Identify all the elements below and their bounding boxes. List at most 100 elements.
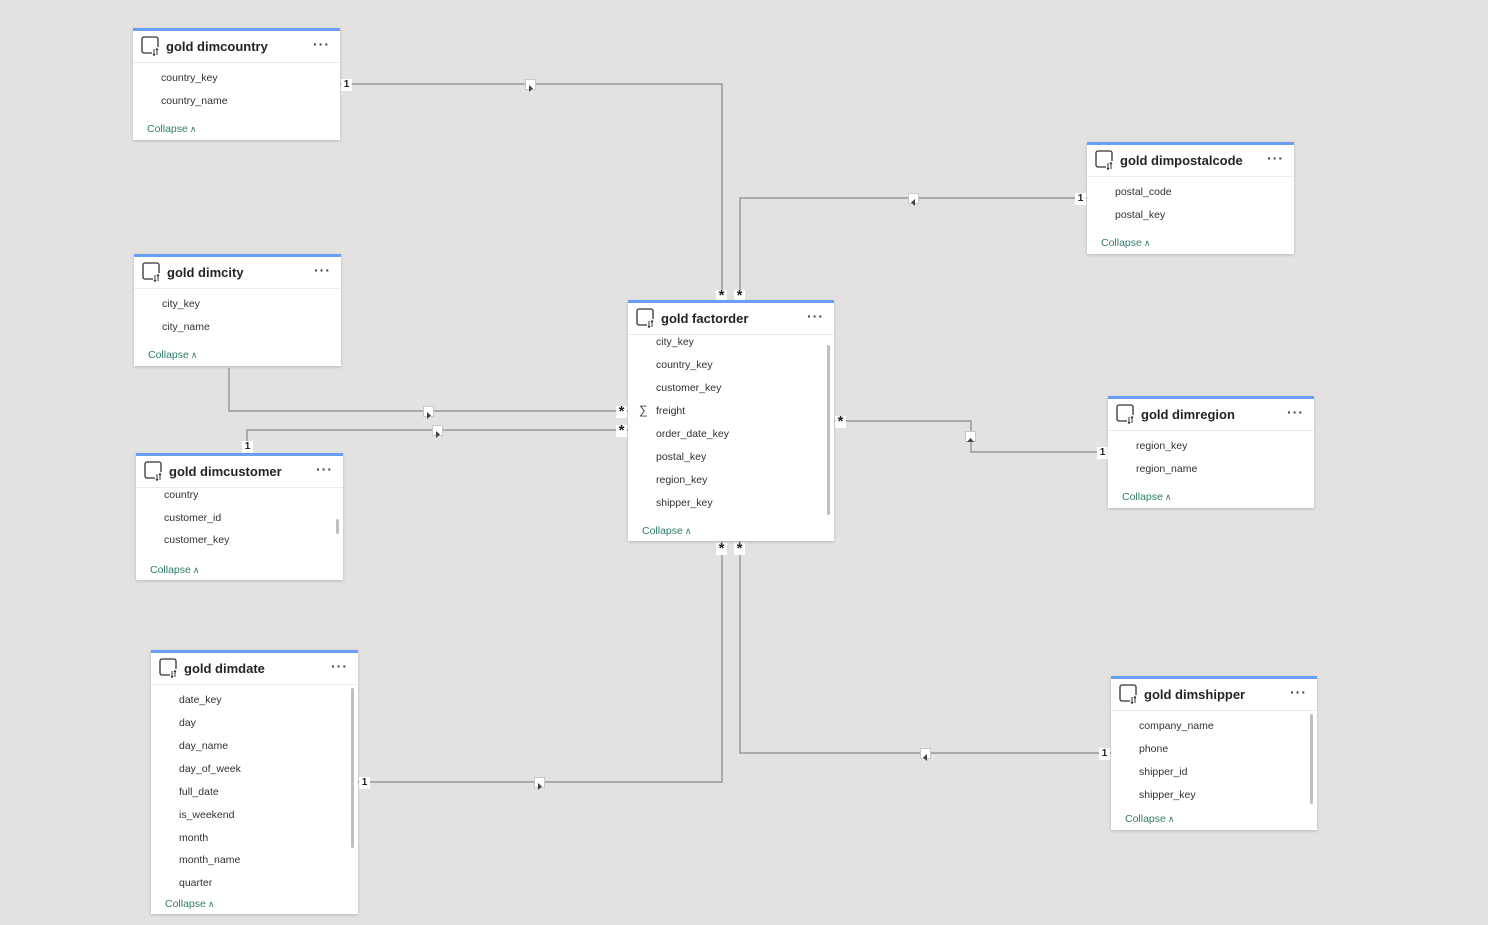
collapse-button[interactable]: Collapse ∧ [165, 898, 214, 910]
field-item[interactable]: shipper_id [1139, 766, 1187, 778]
field-item[interactable]: country [164, 489, 198, 501]
table-title: gold factorder [661, 311, 749, 326]
table-header[interactable]: gold dimregion ··· [1108, 399, 1314, 431]
collapse-button[interactable]: Collapse ∧ [1122, 491, 1171, 503]
field-item[interactable]: customer_key [656, 382, 721, 394]
more-options-icon[interactable]: ··· [314, 261, 331, 279]
rel-line-country [340, 83, 723, 301]
field-item[interactable]: customer_key [164, 534, 229, 546]
filter-direction-icon [423, 406, 434, 419]
chevron-up-icon: ∧ [1164, 492, 1172, 502]
table-header[interactable]: gold dimcity ··· [134, 257, 341, 289]
table-header[interactable]: gold dimdate ··· [151, 653, 358, 685]
table-header[interactable]: gold dimcustomer ··· [136, 456, 343, 488]
cardinality-many: * [716, 541, 727, 556]
field-item[interactable]: phone [1139, 743, 1168, 755]
field-item[interactable]: country_name [161, 95, 228, 107]
chevron-up-icon: ∧ [207, 899, 215, 909]
field-item[interactable]: month [179, 832, 208, 844]
table-icon [141, 36, 160, 56]
field-item[interactable]: city_name [162, 321, 210, 333]
rel-line-date [358, 541, 723, 783]
filter-direction-icon [965, 431, 976, 442]
more-options-icon[interactable]: ··· [1290, 683, 1307, 701]
field-item[interactable]: ∑ freight [639, 403, 685, 417]
chevron-up-icon: ∧ [1143, 238, 1151, 248]
field-list: country customer_id customer_key [136, 488, 343, 558]
collapse-button[interactable]: Collapse ∧ [642, 525, 691, 537]
field-item[interactable]: is_weekend [179, 809, 234, 821]
field-item[interactable]: postal_code [1115, 186, 1172, 198]
model-canvas[interactable]: 1 1 1 1 1 1 * * * * * * * gold dimcountr… [0, 0, 1488, 925]
cardinality-many: * [734, 541, 745, 556]
field-item[interactable]: day_name [179, 740, 228, 752]
scrollbar[interactable] [336, 519, 339, 534]
filter-direction-icon [908, 193, 919, 206]
field-item[interactable]: region_key [656, 474, 707, 486]
field-item[interactable]: company_name [1139, 720, 1214, 732]
table-title: gold dimpostalcode [1120, 153, 1243, 168]
table-header[interactable]: gold factorder ··· [628, 303, 834, 335]
field-item[interactable]: postal_key [656, 451, 706, 463]
field-list: company_name phone shipper_id shipper_ke… [1111, 711, 1317, 809]
scrollbar[interactable] [351, 688, 354, 848]
collapse-button[interactable]: Collapse ∧ [148, 349, 197, 361]
filter-direction-icon [534, 777, 545, 790]
field-list: city_key country_key customer_key ∑ freig… [628, 335, 834, 519]
field-item[interactable]: postal_key [1115, 209, 1165, 221]
cardinality-many: * [616, 404, 627, 419]
field-item[interactable]: city_key [656, 336, 694, 348]
collapse-button[interactable]: Collapse ∧ [147, 123, 196, 135]
table-card-dimpostalcode[interactable]: gold dimpostalcode ··· postal_code posta… [1087, 142, 1294, 254]
field-item[interactable]: customer_id [164, 512, 221, 524]
filter-direction-icon [525, 79, 536, 92]
more-options-icon[interactable]: ··· [1287, 403, 1304, 421]
cardinality-one: 1 [242, 441, 253, 453]
field-item[interactable]: day [179, 717, 196, 729]
more-options-icon[interactable]: ··· [313, 35, 330, 53]
field-item[interactable]: full_date [179, 786, 219, 798]
table-card-dimcustomer[interactable]: gold dimcustomer ··· country customer_id… [136, 453, 343, 580]
field-item[interactable]: day_of_week [179, 763, 241, 775]
more-options-icon[interactable]: ··· [331, 657, 348, 675]
field-item[interactable]: month_name [179, 854, 240, 866]
field-list: date_key day day_name day_of_week full_d… [151, 685, 358, 893]
field-item[interactable]: date_key [179, 694, 222, 706]
field-item[interactable]: country_key [656, 359, 713, 371]
table-header[interactable]: gold dimpostalcode ··· [1087, 145, 1294, 177]
field-item[interactable]: region_key [1136, 440, 1187, 452]
field-item[interactable]: city_key [162, 298, 200, 310]
more-options-icon[interactable]: ··· [316, 460, 333, 478]
field-item[interactable]: order_date_key [656, 428, 729, 440]
scrollbar[interactable] [827, 345, 830, 515]
table-card-dimshipper[interactable]: gold dimshipper ··· company_name phone s… [1111, 676, 1317, 830]
table-title: gold dimdate [184, 661, 265, 676]
chevron-up-icon: ∧ [684, 526, 692, 536]
table-icon [142, 262, 161, 282]
field-item[interactable]: shipper_key [1139, 789, 1196, 801]
more-options-icon[interactable]: ··· [807, 307, 824, 325]
collapse-button[interactable]: Collapse ∧ [1125, 813, 1174, 825]
table-icon [1095, 150, 1114, 170]
table-card-factorder[interactable]: gold factorder ··· city_key country_key … [628, 300, 834, 541]
rel-line-city [228, 368, 628, 412]
field-item[interactable]: quarter [179, 877, 212, 889]
table-icon [144, 461, 163, 481]
field-list: country_key country_name [133, 63, 340, 117]
cardinality-one: 1 [1099, 748, 1110, 760]
table-card-dimcity[interactable]: gold dimcity ··· city_key city_name Coll… [134, 254, 341, 366]
field-item[interactable]: region_name [1136, 463, 1197, 475]
table-card-dimcountry[interactable]: gold dimcountry ··· country_key country_… [133, 28, 340, 140]
table-header[interactable]: gold dimshipper ··· [1111, 679, 1317, 711]
table-card-dimdate[interactable]: gold dimdate ··· date_key day day_name d… [151, 650, 358, 914]
table-header[interactable]: gold dimcountry ··· [133, 31, 340, 63]
cardinality-many: * [616, 423, 627, 438]
field-item[interactable]: country_key [161, 72, 218, 84]
collapse-button[interactable]: Collapse ∧ [1101, 237, 1150, 249]
more-options-icon[interactable]: ··· [1267, 149, 1284, 167]
field-item[interactable]: shipper_key [656, 497, 713, 509]
collapse-button[interactable]: Collapse ∧ [150, 564, 199, 576]
table-card-dimregion[interactable]: gold dimregion ··· region_key region_nam… [1108, 396, 1314, 508]
scrollbar[interactable] [1310, 714, 1313, 804]
cardinality-one: 1 [341, 79, 352, 91]
